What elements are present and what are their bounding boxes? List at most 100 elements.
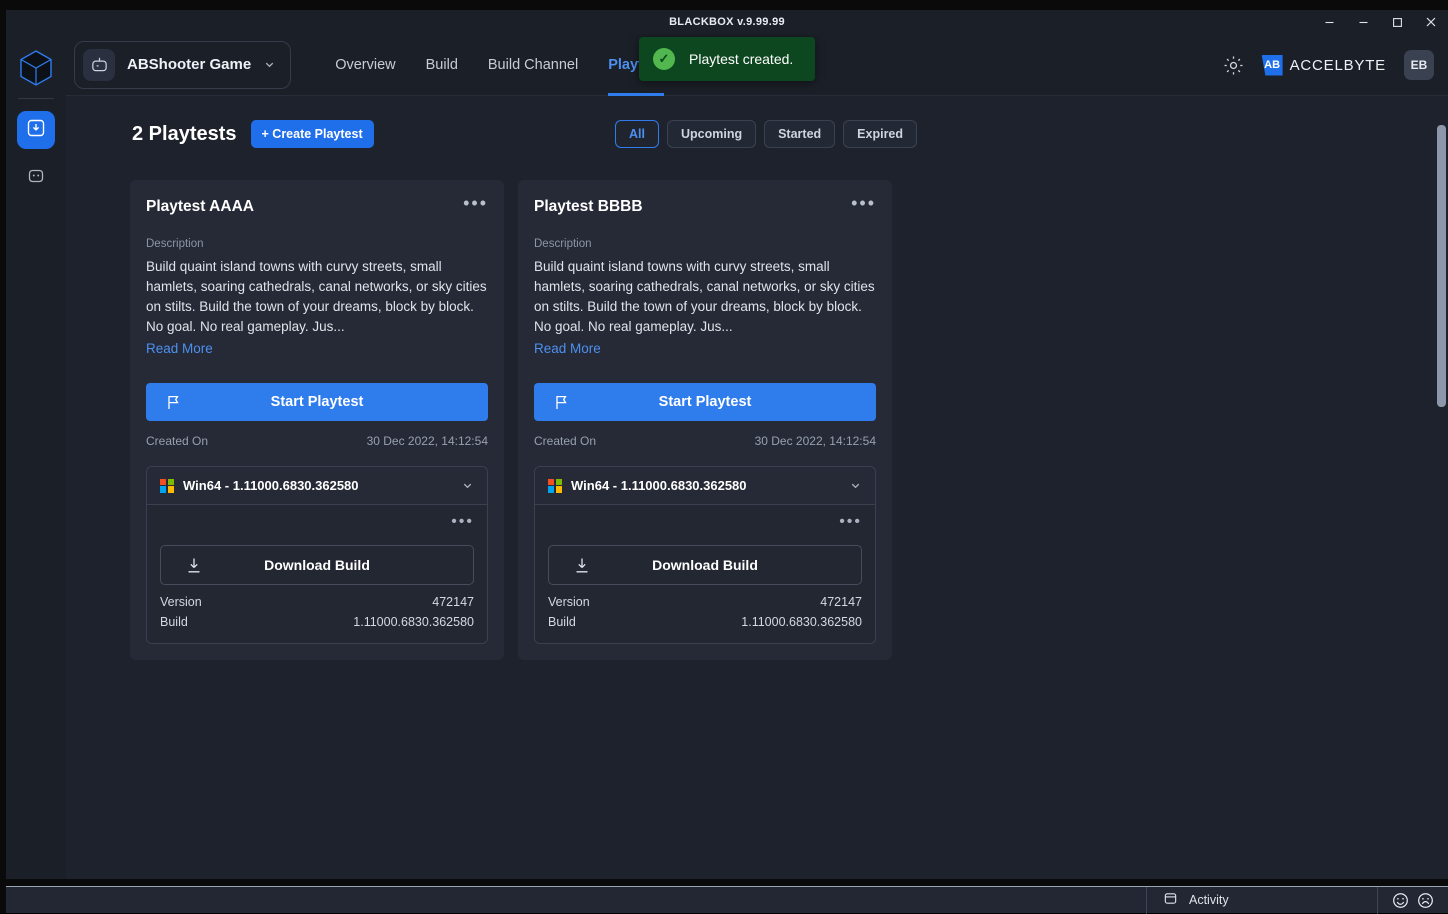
more-options-icon[interactable]: ••• bbox=[851, 194, 876, 212]
sad-face-icon[interactable] bbox=[1417, 892, 1434, 909]
minimize-secondary-button[interactable] bbox=[1346, 10, 1380, 34]
filter-started[interactable]: Started bbox=[764, 120, 836, 148]
build-panel: Win64 - 1.11000.6830.362580 ••• Download… bbox=[534, 466, 876, 644]
more-options-icon[interactable]: ••• bbox=[160, 514, 474, 533]
maximize-button[interactable] bbox=[1380, 10, 1414, 34]
sidebar-divider bbox=[18, 98, 54, 99]
chevron-down-icon bbox=[461, 479, 474, 492]
panel-icon bbox=[1163, 891, 1178, 909]
status-bar: Activity bbox=[6, 886, 1448, 914]
windows-icon bbox=[548, 478, 562, 493]
playtests-toolbar: 2 Playtests + Create Playtest All Upcomi… bbox=[66, 96, 1448, 148]
created-on-value: 30 Dec 2022, 14:12:54 bbox=[754, 434, 876, 448]
build-row: Build 1.11000.6830.362580 bbox=[160, 615, 474, 629]
main-nav: Overview Build Build Channel Playtest bbox=[335, 34, 664, 96]
tab-build[interactable]: Build bbox=[426, 34, 458, 96]
version-row: Version 472147 bbox=[160, 595, 474, 609]
flag-icon bbox=[166, 394, 181, 410]
created-on-row: Created On 30 Dec 2022, 14:12:54 bbox=[146, 434, 488, 448]
header-actions: AB ACCELBYTE EB bbox=[1223, 34, 1434, 96]
more-options-icon[interactable]: ••• bbox=[463, 194, 488, 212]
filter-all[interactable]: All bbox=[615, 120, 659, 148]
title-bar: BLACKBOX v.9.99.99 bbox=[6, 10, 1448, 34]
download-build-label: Download Build bbox=[264, 557, 370, 573]
build-selector[interactable]: Win64 - 1.11000.6830.362580 bbox=[535, 467, 875, 505]
build-details: ••• Download Build Version 472147 Build … bbox=[147, 505, 487, 643]
playtest-title: Playtest BBBB bbox=[534, 198, 643, 215]
sidebar-item-playtest[interactable] bbox=[17, 111, 55, 149]
game-selector[interactable]: ABShooter Game bbox=[74, 40, 292, 89]
activity-label: Activity bbox=[1189, 893, 1229, 907]
build-details: ••• Download Build Version 472147 Build … bbox=[535, 505, 875, 643]
vertical-scrollbar[interactable] bbox=[1437, 97, 1446, 879]
chevron-down-icon bbox=[849, 479, 862, 492]
avatar[interactable]: EB bbox=[1404, 50, 1434, 80]
gear-icon[interactable] bbox=[1223, 55, 1244, 76]
start-playtest-button[interactable]: Start Playtest bbox=[534, 383, 876, 421]
windows-icon bbox=[160, 478, 174, 493]
game-name-label: ABShooter Game bbox=[127, 56, 252, 73]
download-build-button[interactable]: Download Build bbox=[548, 545, 862, 585]
minimize-button[interactable] bbox=[1312, 10, 1346, 34]
build-selector-label: Win64 - 1.11000.6830.362580 bbox=[571, 478, 747, 493]
playtest-card-list: Playtest AAAA ••• Description Build quai… bbox=[66, 148, 1448, 660]
happy-face-icon[interactable] bbox=[1392, 892, 1409, 909]
build-selector[interactable]: Win64 - 1.11000.6830.362580 bbox=[147, 467, 487, 505]
playtest-card: Playtest AAAA ••• Description Build quai… bbox=[130, 180, 504, 660]
build-value: 1.11000.6830.362580 bbox=[741, 615, 862, 629]
created-on-label: Created On bbox=[146, 434, 209, 448]
brand-name: ACCELBYTE bbox=[1289, 56, 1386, 74]
card-header: Playtest AAAA ••• bbox=[146, 194, 488, 216]
version-value: 472147 bbox=[820, 595, 862, 609]
left-sidebar bbox=[6, 34, 66, 879]
build-value: 1.11000.6830.362580 bbox=[353, 615, 474, 629]
activity-button[interactable]: Activity bbox=[1146, 886, 1378, 914]
filter-group: All Upcoming Started Expired bbox=[615, 120, 918, 148]
start-playtest-button[interactable]: Start Playtest bbox=[146, 383, 488, 421]
created-on-label: Created On bbox=[534, 434, 597, 448]
tab-build-channel[interactable]: Build Channel bbox=[488, 34, 578, 96]
description-label: Description bbox=[534, 238, 592, 250]
download-build-label: Download Build bbox=[652, 557, 758, 573]
created-on-row: Created On 30 Dec 2022, 14:12:54 bbox=[534, 434, 876, 448]
created-on-value: 30 Dec 2022, 14:12:54 bbox=[366, 434, 488, 448]
feedback-group bbox=[1378, 892, 1448, 909]
import-build-icon bbox=[26, 118, 46, 143]
toast-notification: ✓ Playtest created. bbox=[639, 37, 816, 81]
version-label: Version bbox=[548, 595, 590, 609]
playtest-card: Playtest BBBB ••• Description Build quai… bbox=[518, 180, 892, 660]
more-options-icon[interactable]: ••• bbox=[548, 514, 862, 533]
application-window: BLACKBOX v.9.99.99 ABShooter Game Overvi… bbox=[0, 0, 1448, 914]
toast-message: Playtest created. bbox=[689, 51, 794, 67]
robot-icon bbox=[83, 48, 115, 81]
filter-upcoming[interactable]: Upcoming bbox=[666, 120, 757, 148]
read-more-link[interactable]: Read More bbox=[146, 341, 213, 356]
main-panel: ABShooter Game Overview Build Build Chan… bbox=[66, 34, 1448, 879]
download-build-button[interactable]: Download Build bbox=[160, 545, 474, 585]
description-label: Description bbox=[146, 238, 204, 250]
window-title: BLACKBOX v.9.99.99 bbox=[669, 16, 785, 28]
version-value: 472147 bbox=[432, 595, 474, 609]
download-icon bbox=[574, 557, 590, 574]
cube-logo-icon bbox=[16, 48, 56, 88]
sidebar-item-activity[interactable] bbox=[17, 159, 55, 197]
playtest-title: Playtest AAAA bbox=[146, 198, 254, 215]
start-playtest-label: Start Playtest bbox=[658, 394, 752, 410]
build-panel: Win64 - 1.11000.6830.362580 ••• Download… bbox=[146, 466, 488, 644]
accelbyte-mark-icon: AB bbox=[1261, 54, 1283, 76]
create-playtest-button[interactable]: + Create Playtest bbox=[250, 120, 374, 148]
version-row: Version 472147 bbox=[548, 595, 862, 609]
filter-expired[interactable]: Expired bbox=[843, 120, 918, 148]
read-more-link[interactable]: Read More bbox=[534, 341, 601, 356]
window-controls bbox=[1312, 10, 1448, 34]
app-header: ABShooter Game Overview Build Build Chan… bbox=[66, 34, 1448, 96]
tab-overview[interactable]: Overview bbox=[335, 34, 395, 96]
build-label: Build bbox=[548, 615, 576, 629]
start-playtest-label: Start Playtest bbox=[270, 394, 364, 410]
version-label: Version bbox=[160, 595, 202, 609]
download-icon bbox=[186, 557, 202, 574]
close-button[interactable] bbox=[1414, 10, 1448, 34]
scrollbar-thumb[interactable] bbox=[1437, 125, 1446, 407]
check-circle-icon: ✓ bbox=[653, 48, 675, 70]
build-selector-label: Win64 - 1.11000.6830.362580 bbox=[183, 478, 359, 493]
